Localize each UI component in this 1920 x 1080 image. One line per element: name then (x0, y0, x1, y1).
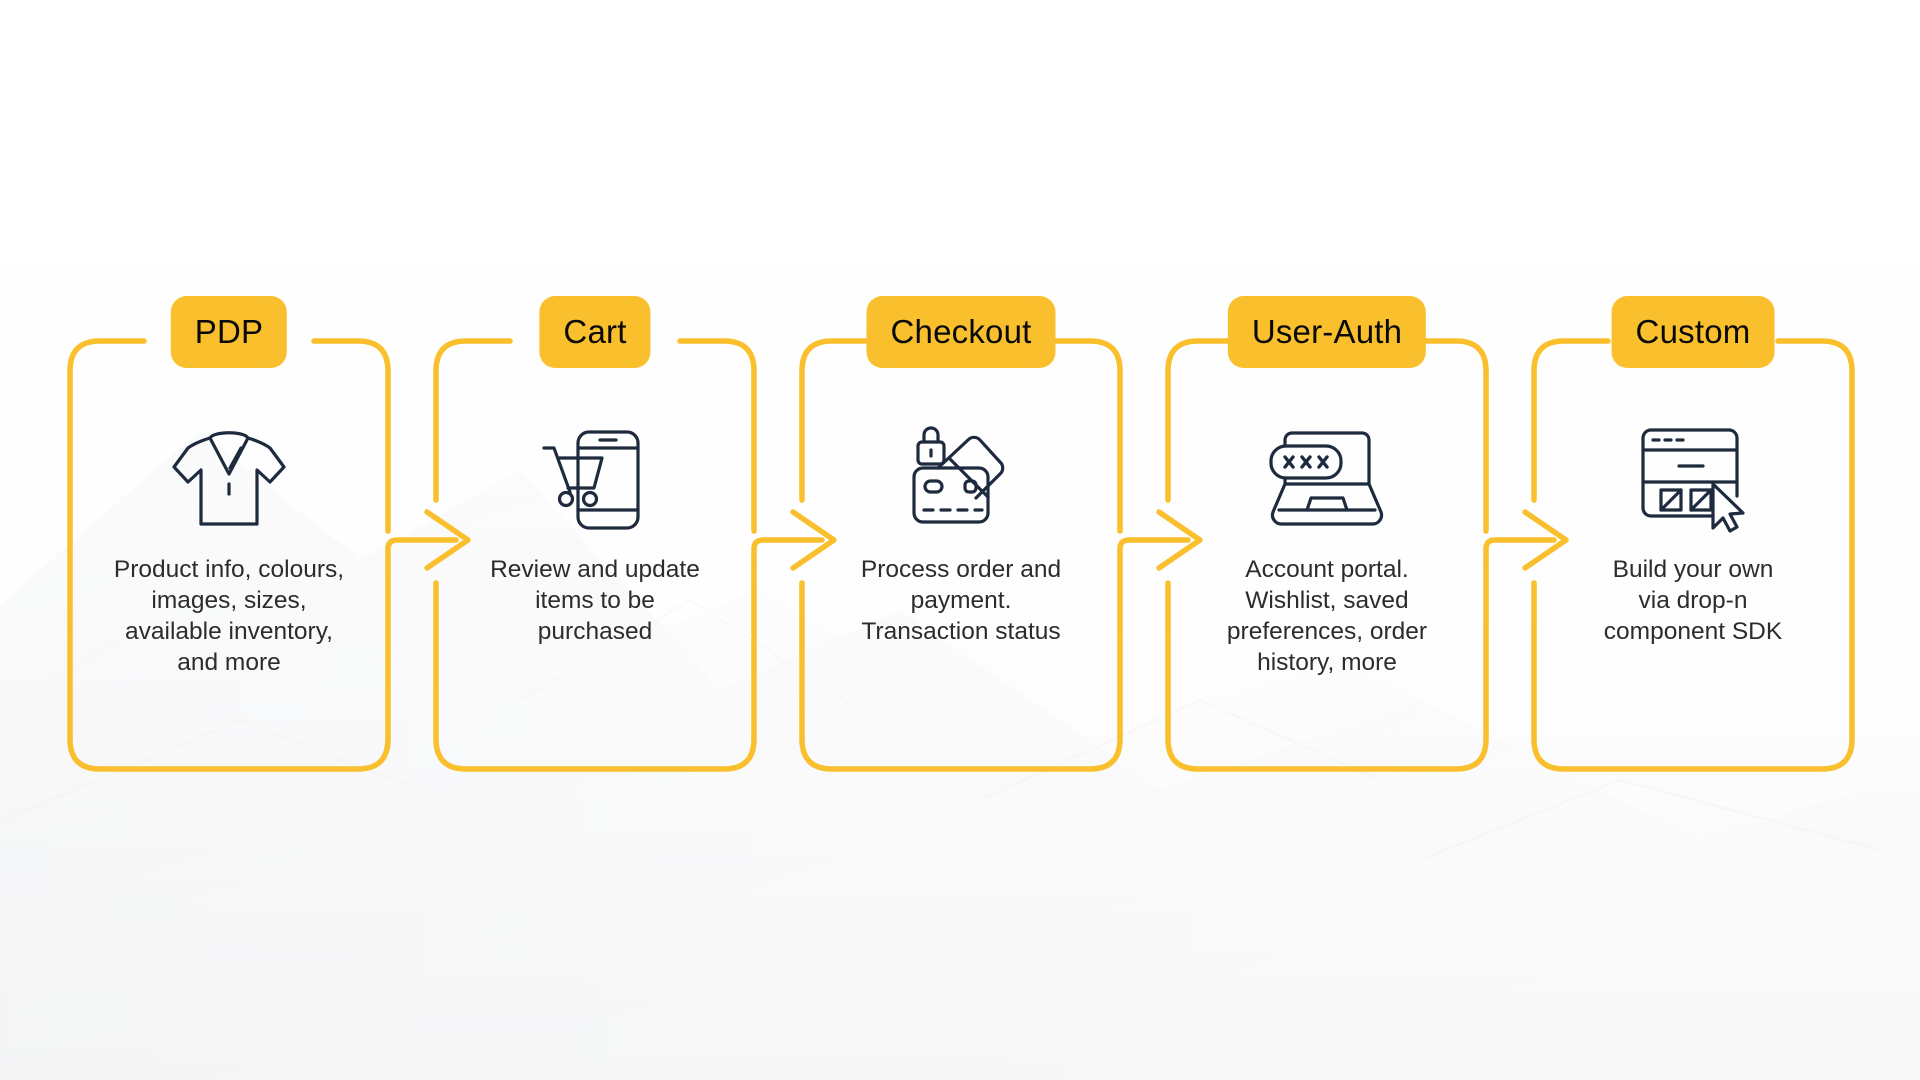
card-description-cart: Review and update items to be purchased (490, 556, 700, 645)
card-cart[interactable]: Cart Review and update items to be purch… (436, 296, 754, 774)
card-custom[interactable]: Custom Build your own via drop-n compone… (1534, 296, 1852, 774)
tshirt-icon (170, 426, 288, 536)
card-checkout[interactable]: Checkout Process order and payment. Tran… (802, 296, 1120, 774)
card-description-user-auth: Account portal. Wishlist, saved preferen… (1226, 556, 1428, 676)
card-description-custom: Build your own via drop-n component SDK (1603, 556, 1783, 645)
card-description-checkout: Process order and payment. Transaction s… (860, 556, 1062, 645)
card-title-user-auth: User-Auth (1227, 296, 1427, 368)
card-user-auth[interactable]: User-Auth Account portal. Wishlist, save… (1168, 296, 1486, 774)
diagram-canvas: PDP Product info, colours, images, sizes… (0, 0, 1920, 1080)
cart-phone-icon (536, 426, 654, 536)
card-description-pdp: Product info, colours, images, sizes, av… (113, 556, 345, 676)
card-title-checkout: Checkout (866, 296, 1056, 368)
credit-card-lock-icon (902, 424, 1020, 536)
card-pdp[interactable]: PDP Product info, colours, images, sizes… (70, 296, 388, 774)
card-title-custom: Custom (1611, 296, 1775, 368)
browser-cursor-icon (1633, 424, 1753, 536)
card-title-cart: Cart (539, 296, 651, 368)
laptop-password-icon (1265, 428, 1389, 534)
card-title-pdp: PDP (170, 296, 288, 368)
